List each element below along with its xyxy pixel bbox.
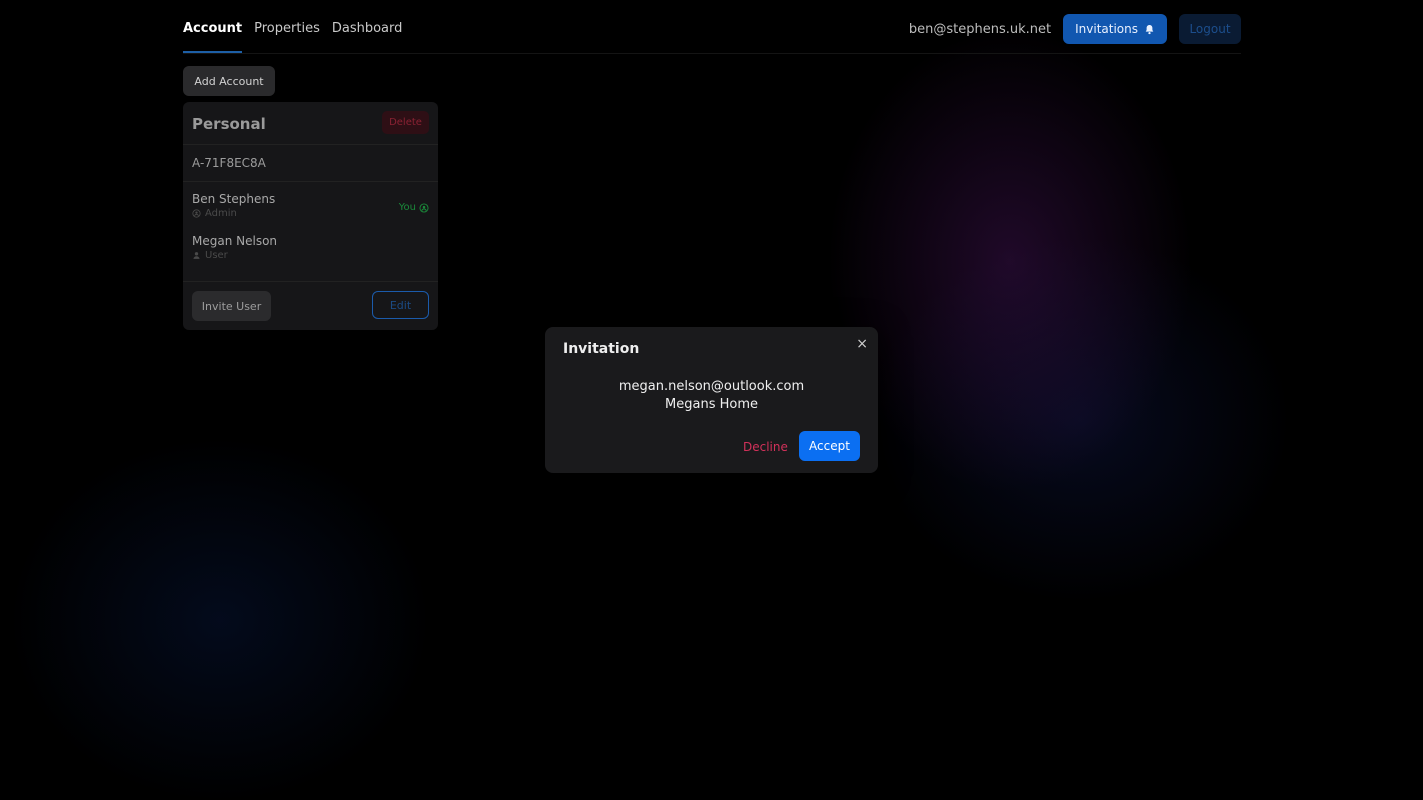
invitation-email: megan.nelson@outlook.com: [618, 379, 805, 394]
member-role: User: [192, 250, 438, 261]
tab-dashboard[interactable]: Dashboard: [332, 0, 403, 51]
account-card: Personal Delete A-71F8EC8A Ben Stephens …: [183, 102, 438, 330]
top-nav: Account Properties Dashboard ben@stephen…: [183, 0, 1241, 54]
invite-user-button[interactable]: Invite User: [192, 291, 271, 321]
user-email: ben@stephens.uk.net: [908, 21, 1052, 37]
member-role-label: Admin: [205, 208, 237, 219]
modal-title: Invitation: [563, 341, 640, 357]
account-card-footer: Invite User Edit: [183, 281, 438, 330]
bell-icon: [1145, 24, 1154, 34]
account-id: A-71F8EC8A: [183, 145, 438, 182]
you-badge: You: [399, 202, 429, 213]
member-row: Ben Stephens Admin You: [183, 182, 438, 224]
decline-button[interactable]: Decline: [737, 433, 788, 461]
member-row: Megan Nelson User: [183, 224, 438, 266]
invitations-button[interactable]: Invitations: [1063, 14, 1167, 44]
you-label: You: [398, 202, 416, 213]
invitation-modal: Invitation × megan.nelson@outlook.com Me…: [545, 327, 878, 473]
tab-account[interactable]: Account: [183, 0, 243, 53]
accept-button[interactable]: Accept: [799, 431, 860, 461]
edit-account-button[interactable]: Edit: [372, 291, 429, 319]
account-title: Personal: [192, 115, 266, 133]
logout-button[interactable]: Logout: [1179, 14, 1241, 44]
invitations-label: Invitations: [1075, 22, 1138, 36]
add-account-button[interactable]: Add Account: [183, 66, 275, 96]
invitation-home: Megans Home: [665, 397, 758, 412]
member-name: Megan Nelson: [192, 234, 278, 248]
tab-properties[interactable]: Properties: [254, 0, 320, 51]
nav-right: ben@stephens.uk.net Invitations Logout: [909, 14, 1241, 44]
page: Account Properties Dashboard ben@stephen…: [0, 0, 1423, 800]
user-circle-icon: [419, 202, 429, 213]
user-icon: [193, 252, 200, 259]
nav-tabs: Account Properties Dashboard: [183, 0, 402, 53]
member-role-label: User: [205, 250, 228, 261]
account-card-header: Personal Delete: [183, 102, 438, 145]
delete-account-button[interactable]: Delete: [382, 111, 429, 134]
shield-user-icon: [192, 209, 201, 218]
close-icon[interactable]: ×: [856, 336, 868, 352]
